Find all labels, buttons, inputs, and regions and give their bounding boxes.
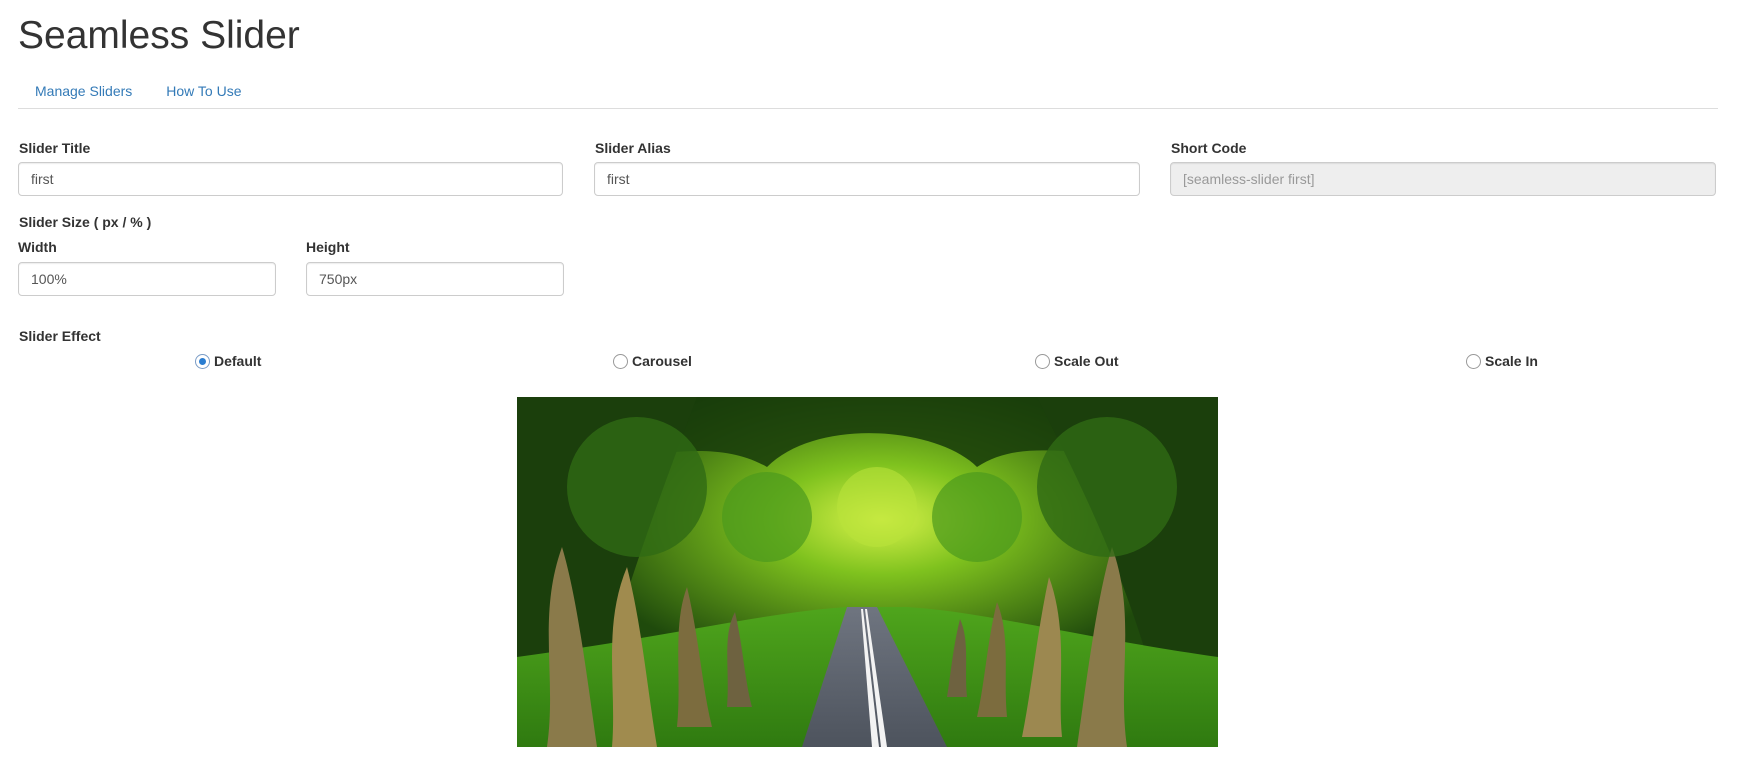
effect-option-carousel[interactable]: Carousel xyxy=(613,353,692,369)
tab-how-to-use[interactable]: How To Use xyxy=(149,73,258,108)
effect-option-label: Carousel xyxy=(632,353,692,369)
width-input[interactable] xyxy=(18,262,276,296)
effect-option-label: Scale In xyxy=(1485,353,1538,369)
radio-unchecked-icon[interactable] xyxy=(613,353,628,369)
slider-preview-image xyxy=(517,397,1218,747)
short-code-label: Short Code xyxy=(1171,140,1247,156)
radio-unchecked-icon[interactable] xyxy=(1466,353,1481,369)
effect-option-scale-in[interactable]: Scale In xyxy=(1466,353,1538,369)
effect-option-scale-out[interactable]: Scale Out xyxy=(1035,353,1119,369)
height-label: Height xyxy=(306,239,350,255)
slider-alias-input[interactable] xyxy=(594,162,1140,196)
page-title: Seamless Slider xyxy=(18,14,300,57)
width-label: Width xyxy=(18,239,57,255)
effect-option-label: Scale Out xyxy=(1054,353,1119,369)
effect-option-default[interactable]: Default xyxy=(195,353,261,369)
height-input[interactable] xyxy=(306,262,564,296)
slider-title-input[interactable] xyxy=(18,162,563,196)
slider-alias-label: Slider Alias xyxy=(595,140,671,156)
slider-size-label: Slider Size ( px / % ) xyxy=(19,214,152,230)
radio-checked-icon[interactable] xyxy=(195,353,210,369)
short-code-input[interactable] xyxy=(1170,162,1716,196)
slider-effect-label: Slider Effect xyxy=(19,328,101,344)
nav-tabs: Manage Sliders How To Use xyxy=(18,73,1718,109)
effect-option-label: Default xyxy=(214,353,262,369)
radio-unchecked-icon[interactable] xyxy=(1035,353,1050,369)
slider-title-label: Slider Title xyxy=(19,140,91,156)
tab-manage-sliders[interactable]: Manage Sliders xyxy=(18,73,149,108)
